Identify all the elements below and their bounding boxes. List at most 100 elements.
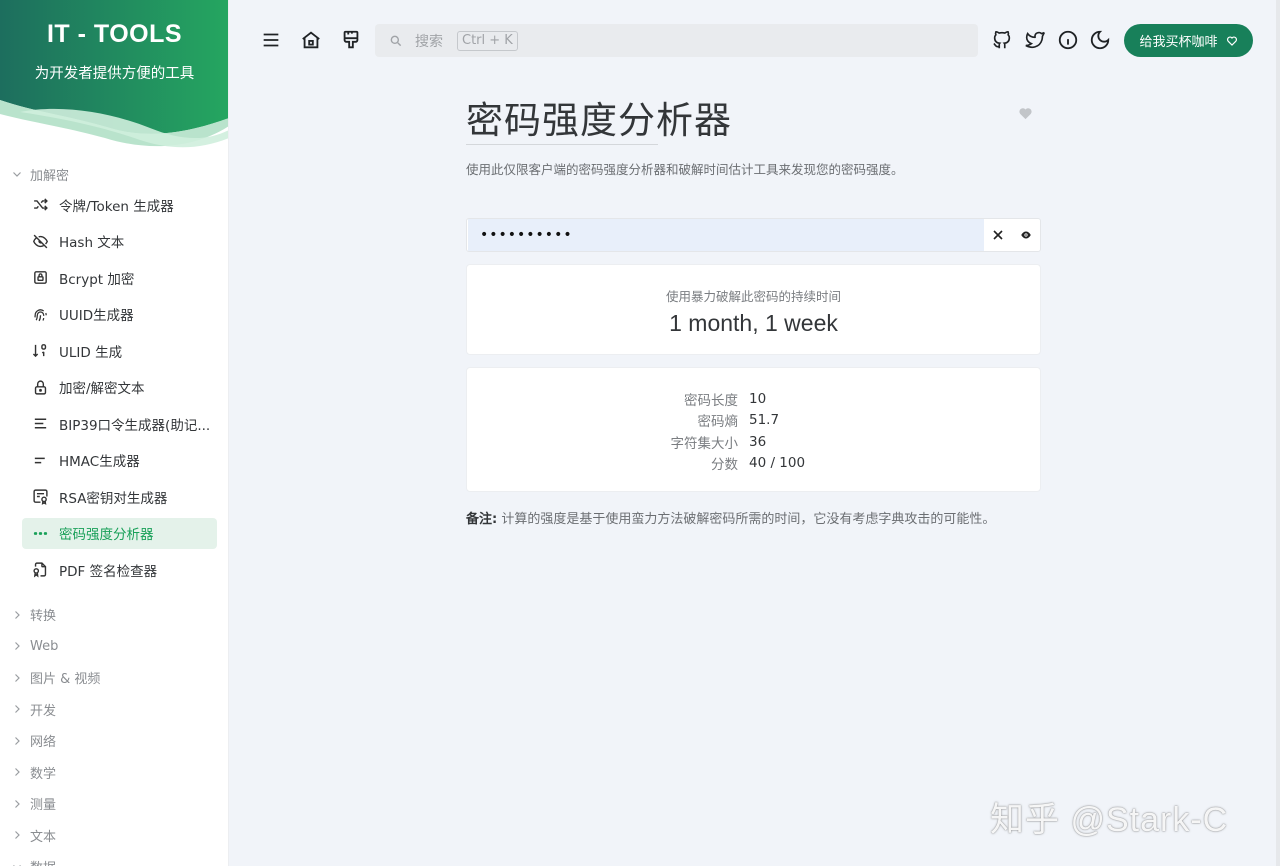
stat-row: 字符集大小 36: [467, 431, 1040, 453]
group-label: Web: [30, 638, 59, 654]
stat-key: 字符集大小: [670, 435, 739, 452]
group-label: 开发: [30, 703, 57, 719]
chevron-right-icon: [10, 671, 24, 685]
group-label: 测量: [30, 798, 57, 814]
chevron-down-icon: [10, 860, 24, 866]
sidebar-item-bcrypt[interactable]: Bcrypt 加密: [22, 262, 217, 293]
sidebar-item-hash-text[interactable]: Hash 文本: [22, 226, 217, 257]
crack-duration-value: 1 month, 1 week: [669, 310, 838, 336]
home-icon[interactable]: [299, 28, 323, 52]
sidebar-item-encrypt-decrypt[interactable]: 加密/解密文本: [22, 372, 217, 403]
sidebar-item-token-generator[interactable]: 令牌/Token 生成器: [22, 189, 217, 220]
clear-button[interactable]: [984, 219, 1012, 251]
group-label: 转换: [30, 609, 57, 625]
note-text: 备注: 计算的强度是基于使用蛮力方法破解密码所需的时间，它没有考虑字典攻击的可能…: [466, 508, 1041, 527]
favorite-heart-icon[interactable]: [1018, 106, 1033, 121]
align-left-icon: [31, 415, 49, 433]
sidebar-hero: IT - TOOLS 为开发者提供方便的工具: [0, 0, 228, 150]
group-label: 图片 & 视频: [30, 672, 101, 688]
stat-row: 密码长度 10: [467, 388, 1040, 410]
group-convert[interactable]: 转换: [0, 599, 228, 631]
brush-icon[interactable]: [339, 28, 363, 52]
search-placeholder: 搜索: [415, 33, 443, 50]
sidebar-item-label: 令牌/Token 生成器: [59, 198, 174, 215]
stat-value: 51.7: [749, 412, 780, 429]
search-shortcut: Ctrl + K: [457, 30, 518, 51]
heart-icon: [1226, 35, 1237, 46]
sidebar-item-label: Bcrypt 加密: [59, 271, 135, 288]
stat-value: 36: [749, 433, 767, 450]
certificate-icon: [31, 488, 49, 506]
group-text[interactable]: 文本: [0, 820, 228, 852]
group-label: 加解密: [30, 168, 70, 184]
lock-icon: [31, 378, 49, 396]
search-input[interactable]: 搜索 Ctrl + K: [375, 24, 978, 57]
group-network[interactable]: 网络: [0, 725, 228, 757]
stat-value: 10: [749, 390, 767, 407]
toggle-visibility-button[interactable]: [1012, 219, 1040, 251]
group-measurement[interactable]: 测量: [0, 788, 228, 820]
sidebar-item-label: PDF 签名检查器: [59, 563, 158, 580]
stat-key: 分数: [711, 457, 738, 474]
stat-value: 40 / 100: [749, 455, 806, 472]
sidebar-item-label: UUID生成器: [59, 308, 134, 324]
collapsed-groups: 转换 Web 图片 & 视频 开发 网络 数学 测量 文本: [0, 599, 228, 866]
password-stats-card: 密码长度 10 密码熵 51.7 字符集大小 36 分数 40 / 100: [466, 367, 1041, 492]
chevron-right-icon: [10, 828, 24, 842]
moon-icon[interactable]: [1088, 28, 1112, 52]
stat-key: 密码熵: [697, 414, 739, 431]
menu-icon[interactable]: [259, 28, 283, 52]
sidebar-item-password-strength[interactable]: 密码强度分析器: [22, 517, 217, 549]
window-edge: [1276, 0, 1280, 866]
password-input[interactable]: ••••••••••: [466, 218, 1041, 252]
group-images-videos[interactable]: 图片 & 视频: [0, 662, 228, 694]
sidebar-item-hmac[interactable]: HMAC生成器: [22, 445, 217, 476]
group-math[interactable]: 数学: [0, 757, 228, 789]
tool-description: 使用此仅限客户端的密码强度分析器和破解时间估计工具来发现您的密码强度。: [466, 162, 904, 177]
sidebar: IT - TOOLS 为开发者提供方便的工具 加解密 令牌/Token 生成器 …: [0, 0, 229, 866]
sort-numeric-icon: [31, 342, 49, 360]
note-body: 计算的强度是基于使用蛮力方法破解密码所需的时间，它没有考虑字典攻击的可能性。: [497, 512, 996, 527]
password-value[interactable]: ••••••••••: [468, 219, 984, 251]
github-icon[interactable]: [990, 28, 1014, 52]
chevron-down-icon: [10, 167, 24, 181]
lock-square-icon: [31, 269, 49, 287]
app-subtitle: 为开发者提供方便的工具: [34, 66, 195, 82]
app-title: IT - TOOLS: [46, 20, 183, 48]
shuffle-icon: [31, 196, 49, 214]
sidebar-item-label: Hash 文本: [59, 235, 125, 251]
info-icon[interactable]: [1056, 28, 1080, 52]
page-title: 密码强度分析器: [466, 99, 732, 142]
close-icon: [993, 230, 1003, 240]
sidebar-item-label: ULID 生成: [59, 344, 123, 361]
group-web[interactable]: Web: [0, 631, 228, 663]
sidebar-item-ulid[interactable]: ULID 生成: [22, 335, 217, 366]
group-crypto[interactable]: 加解密: [0, 160, 228, 188]
group-label: 数据: [30, 857, 56, 866]
sidebar-item-uuid[interactable]: UUID生成器: [22, 299, 217, 330]
group-development[interactable]: 开发: [0, 694, 228, 726]
stat-row: 分数 40 / 100: [467, 453, 1040, 475]
buy-me-coffee-button[interactable]: 给我买杯咖啡: [1124, 24, 1253, 57]
sidebar-item-label: RSA密钥对生成器: [59, 490, 168, 507]
sidebar-item-bip39[interactable]: BIP39口令生成器(助记...: [22, 408, 217, 439]
sidebar-item-label: 密码强度分析器: [59, 527, 154, 543]
group-label: 网络: [30, 735, 57, 751]
chevron-right-icon: [10, 797, 24, 811]
sidebar-item-label: 加密/解密文本: [59, 381, 145, 397]
chevron-right-icon: [10, 734, 24, 748]
sidebar-nav: 加解密 令牌/Token 生成器 Hash 文本 Bcrypt 加密 UUID生…: [0, 160, 228, 866]
short-text-icon: [31, 451, 49, 469]
topbar: 搜索 Ctrl + K 给我买杯咖啡: [229, 0, 1280, 80]
watermark: 知乎 @Stark-C: [990, 801, 1229, 839]
chevron-right-icon: [10, 608, 24, 622]
sidebar-item-pdf-signature[interactable]: PDF 签名检查器: [22, 554, 217, 585]
twitter-icon[interactable]: [1023, 28, 1047, 52]
tool-panel: 密码强度分析器 使用此仅限客户端的密码强度分析器和破解时间估计工具来发现您的密码…: [466, 90, 1041, 527]
fingerprint-icon: [31, 305, 49, 323]
sidebar-item-rsa[interactable]: RSA密钥对生成器: [22, 481, 217, 512]
crack-duration-label: 使用暴力破解此密码的持续时间: [665, 289, 841, 304]
chevron-right-icon: [10, 702, 24, 716]
coffee-button-label: 给我买杯咖啡: [1139, 35, 1218, 50]
group-data[interactable]: 数据: [0, 851, 228, 866]
